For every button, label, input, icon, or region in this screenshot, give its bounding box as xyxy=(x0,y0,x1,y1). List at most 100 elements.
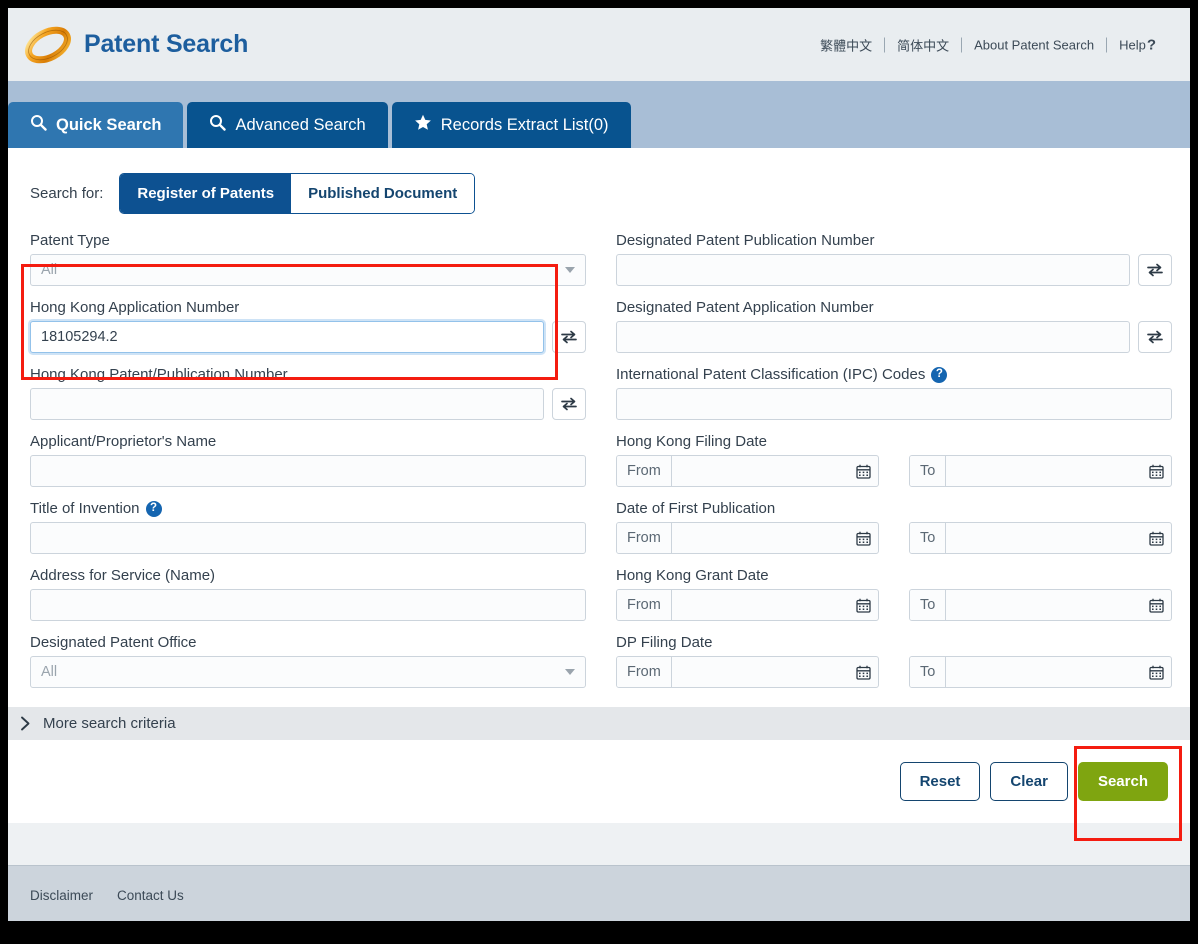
dp-publication-number-input[interactable] xyxy=(616,254,1130,286)
hk-filing-date-from-input[interactable] xyxy=(671,456,848,486)
question-mark-icon[interactable]: ? xyxy=(145,500,162,517)
hk-filing-date-label: Hong Kong Filing Date xyxy=(616,433,767,450)
form-action-buttons: Reset Clear Search xyxy=(8,740,1190,823)
address-for-service-input[interactable] xyxy=(30,589,586,621)
bottom-spacer-band xyxy=(8,823,1190,865)
field-date-of-first-publication: Date of First Publication From To xyxy=(616,500,1172,554)
ipc-codes-input[interactable] xyxy=(616,388,1172,420)
date-of-first-publication-label: Date of First Publication xyxy=(616,500,776,517)
field-hk-patent-publication-number: Hong Kong Patent/Publication Number xyxy=(30,366,586,420)
hk-application-number-label: Hong Kong Application Number xyxy=(30,299,240,316)
to-label: To xyxy=(910,456,947,486)
hk-grant-date-to-input[interactable] xyxy=(946,590,1141,620)
field-hk-filing-date: Hong Kong Filing Date From To xyxy=(616,433,1172,487)
to-label: To xyxy=(910,523,947,553)
hk-grant-date-label: Hong Kong Grant Date xyxy=(616,567,769,584)
tab-advanced-search[interactable]: Advanced Search xyxy=(187,102,388,148)
magnifier-icon xyxy=(209,114,227,136)
applicant-name-input[interactable] xyxy=(30,455,586,487)
hk-application-number-input[interactable] xyxy=(30,321,544,353)
clear-button[interactable]: Clear xyxy=(990,762,1068,801)
tab-label: Quick Search xyxy=(56,115,162,134)
chevron-right-icon xyxy=(20,716,31,731)
hk-grant-date-to: To xyxy=(909,589,1172,621)
calendar-icon[interactable] xyxy=(848,590,878,620)
designated-patent-office-value: All xyxy=(41,664,58,680)
brand-area[interactable]: Patent Search xyxy=(8,19,248,71)
left-column: Patent Type All Hong Kong Application Nu… xyxy=(30,232,586,701)
title-of-invention-input[interactable] xyxy=(30,522,586,554)
address-for-service-label: Address for Service (Name) xyxy=(30,567,216,584)
field-hk-application-number: Hong Kong Application Number xyxy=(30,299,586,353)
hk-filing-date-from: From xyxy=(616,455,879,487)
dp-application-number-swap-button[interactable] xyxy=(1138,321,1172,353)
search-for-published-document[interactable]: Published Document xyxy=(291,174,475,213)
date-of-first-publication-from: From xyxy=(616,522,879,554)
ipc-codes-label-text: International Patent Classification (IPC… xyxy=(616,366,926,383)
hk-filing-date-to-input[interactable] xyxy=(946,456,1141,486)
hk-patent-publication-number-swap-button[interactable] xyxy=(552,388,586,420)
site-header: Patent Search 繁體中文 简体中文 About Patent Sea… xyxy=(8,8,1190,81)
patent-type-value: All xyxy=(41,262,58,278)
field-ipc-codes: International Patent Classification (IPC… xyxy=(616,366,1172,420)
chevron-down-icon xyxy=(565,267,575,273)
calendar-icon[interactable] xyxy=(1141,590,1171,620)
lang-simplified-chinese-link[interactable]: 简体中文 xyxy=(885,35,961,54)
dp-filing-date-label: DP Filing Date xyxy=(616,634,713,651)
dp-filing-date-from-input[interactable] xyxy=(671,657,848,687)
calendar-icon[interactable] xyxy=(1141,523,1171,553)
site-footer: Disclaimer Contact Us xyxy=(8,865,1190,921)
footer-link-contact-us[interactable]: Contact Us xyxy=(117,888,184,903)
search-for-register-of-patents[interactable]: Register of Patents xyxy=(120,174,292,213)
from-label: From xyxy=(617,590,672,620)
lang-traditional-chinese-link[interactable]: 繁體中文 xyxy=(808,35,884,54)
footer-link-disclaimer[interactable]: Disclaimer xyxy=(30,888,93,903)
dp-publication-number-swap-button[interactable] xyxy=(1138,254,1172,286)
field-title-of-invention: Title of Invention ? xyxy=(30,500,586,554)
calendar-icon[interactable] xyxy=(848,523,878,553)
calendar-icon[interactable] xyxy=(848,657,878,687)
field-applicant-name: Applicant/Proprietor's Name xyxy=(30,433,586,487)
page-title: Patent Search xyxy=(84,30,249,58)
patent-type-select[interactable]: All xyxy=(30,254,586,286)
dp-publication-number-label: Designated Patent Publication Number xyxy=(616,232,875,249)
chevron-down-icon xyxy=(565,669,575,675)
reset-button[interactable]: Reset xyxy=(899,762,981,801)
field-dp-publication-number: Designated Patent Publication Number xyxy=(616,232,1172,286)
calendar-icon[interactable] xyxy=(1141,657,1171,687)
dp-filing-date-to: To xyxy=(909,656,1172,688)
title-of-invention-label: Title of Invention ? xyxy=(30,500,586,517)
help-link[interactable]: Help ? xyxy=(1107,36,1168,53)
search-for-label: Search for: xyxy=(30,185,104,202)
field-dp-application-number: Designated Patent Application Number xyxy=(616,299,1172,353)
form-columns: Patent Type All Hong Kong Application Nu… xyxy=(30,232,1172,701)
hk-grant-date-from-input[interactable] xyxy=(671,590,848,620)
hk-application-number-swap-button[interactable] xyxy=(552,321,586,353)
more-search-criteria-label: More search criteria xyxy=(43,715,176,732)
date-of-first-publication-from-input[interactable] xyxy=(671,523,848,553)
patent-ring-logo-icon xyxy=(22,19,74,71)
calendar-icon[interactable] xyxy=(848,456,878,486)
tab-quick-search[interactable]: Quick Search xyxy=(8,102,184,148)
calendar-icon[interactable] xyxy=(1141,456,1171,486)
tab-records-extract-list[interactable]: Records Extract List(0) xyxy=(391,102,631,148)
to-label: To xyxy=(910,590,947,620)
search-for-toggle-group: Register of Patents Published Document xyxy=(119,173,476,214)
designated-patent-office-select[interactable]: All xyxy=(30,656,586,688)
from-label: From xyxy=(617,456,672,486)
field-patent-type: Patent Type All xyxy=(30,232,586,286)
star-icon xyxy=(414,114,432,136)
about-patent-search-link[interactable]: About Patent Search xyxy=(962,37,1106,52)
swap-arrows-icon xyxy=(1147,330,1163,344)
date-of-first-publication-to-input[interactable] xyxy=(946,523,1141,553)
field-designated-patent-office: Designated Patent Office All xyxy=(30,634,586,688)
hk-patent-publication-number-input[interactable] xyxy=(30,388,544,420)
question-mark-icon[interactable]: ? xyxy=(931,366,948,383)
more-search-criteria-toggle[interactable]: More search criteria xyxy=(8,707,1190,740)
to-label: To xyxy=(910,657,947,687)
search-button[interactable]: Search xyxy=(1077,762,1168,801)
hk-grant-date-from: From xyxy=(616,589,879,621)
from-label: From xyxy=(617,523,672,553)
dp-filing-date-to-input[interactable] xyxy=(946,657,1141,687)
dp-application-number-input[interactable] xyxy=(616,321,1130,353)
